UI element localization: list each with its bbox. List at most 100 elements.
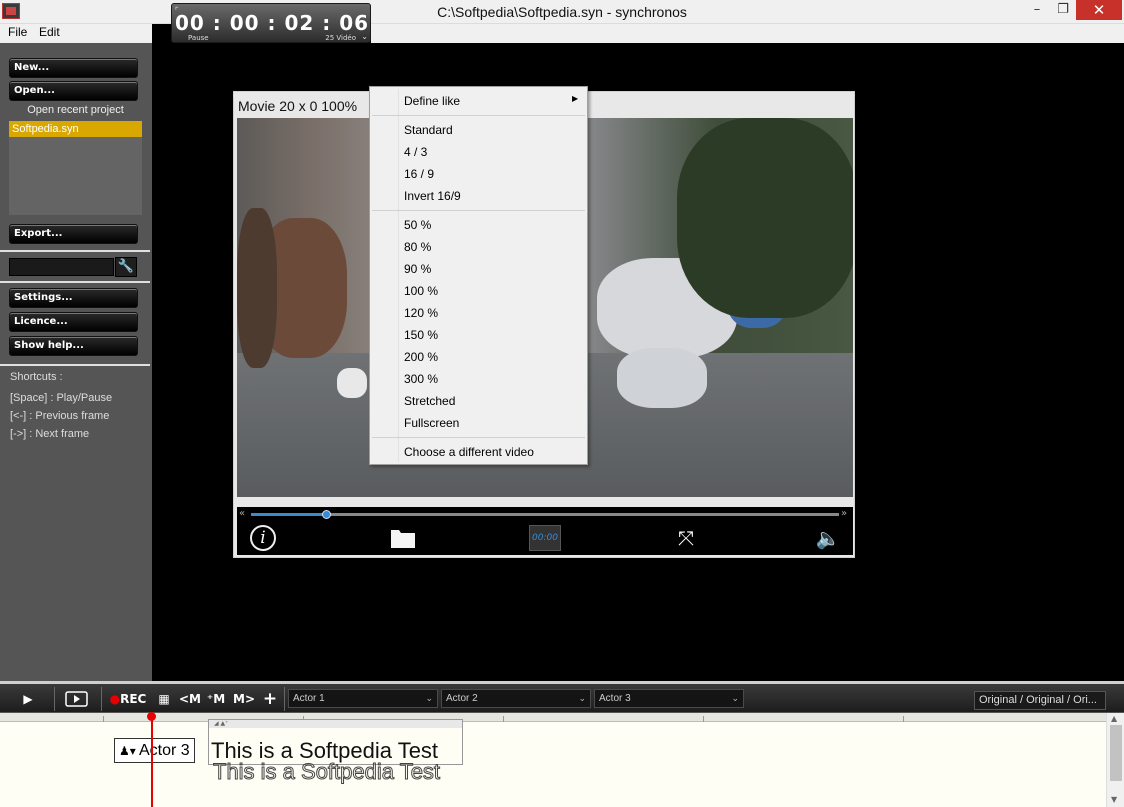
close-button[interactable]: ✕ xyxy=(1076,0,1122,20)
settings-button[interactable]: Settings... xyxy=(9,288,138,308)
menu-file[interactable]: File xyxy=(8,25,27,39)
shortcut-item: [Space] : Play/Pause xyxy=(10,392,113,404)
menu-item-choose-video[interactable]: Choose a different video xyxy=(404,445,534,459)
menu-item-50[interactable]: 50 % xyxy=(404,218,431,232)
seek-bar[interactable] xyxy=(251,510,839,519)
actor-2-label: Actor 2 xyxy=(446,693,478,704)
scroll-down-icon[interactable]: ▼ xyxy=(1111,795,1117,804)
video-blob xyxy=(337,368,367,398)
shortcut-item: [->] : Next frame xyxy=(10,428,90,440)
original-select[interactable]: Original / Original / Ori... xyxy=(974,691,1106,710)
menu-item-invert-16-9[interactable]: Invert 16/9 xyxy=(404,189,461,203)
menu-separator xyxy=(372,210,585,211)
chevron-down-icon: ⌄ xyxy=(425,693,433,703)
toolbar-separator xyxy=(54,687,55,711)
shortcuts-title: Shortcuts : xyxy=(10,371,63,383)
menu-item-4-3[interactable]: 4 / 3 xyxy=(404,145,427,159)
timecode-value: 00 : 00 : 02 : 06 xyxy=(174,11,370,35)
licence-button[interactable]: Licence... xyxy=(9,312,138,332)
menu-edit[interactable]: Edit xyxy=(39,25,60,39)
shortcut-item: [<-] : Previous frame xyxy=(10,410,110,422)
timeline-scrollbar[interactable]: ▲ ▼ xyxy=(1106,713,1124,807)
chevron-down-icon[interactable]: ⌄ xyxy=(361,32,368,41)
actor-1-label: Actor 1 xyxy=(293,693,325,704)
person-dropdown-icon[interactable]: ♟▾ xyxy=(119,740,136,763)
record-button[interactable]: ●REC xyxy=(107,688,149,710)
timeline[interactable] xyxy=(0,722,1106,807)
seek-end-icon[interactable]: » xyxy=(841,508,847,519)
menu-item-define-like[interactable]: Define like xyxy=(404,94,460,108)
open-button[interactable]: Open... xyxy=(9,81,138,101)
playhead[interactable] xyxy=(151,716,153,807)
play-frame-icon[interactable] xyxy=(64,688,89,710)
actor-3-select[interactable]: Actor 3 ⌄ xyxy=(594,689,744,708)
menu-separator xyxy=(372,437,585,438)
seek-handle[interactable] xyxy=(322,510,332,519)
chevron-right-icon: ▶ xyxy=(572,94,579,103)
menu-gutter xyxy=(398,89,399,462)
show-help-button[interactable]: Show help... xyxy=(9,336,138,356)
dialogue-line-preview: This is a Softpedia Test xyxy=(212,759,441,785)
record-dot-icon: ● xyxy=(109,692,121,706)
window-title: C:\Softpedia\Softpedia.syn - synchronos xyxy=(437,4,687,20)
seek-start-icon[interactable]: « xyxy=(239,508,245,519)
menu-item-16-9[interactable]: 16 / 9 xyxy=(404,167,434,181)
open-recent-title: Open recent project xyxy=(27,104,124,116)
tool-field[interactable] xyxy=(9,258,114,276)
menu-item-200[interactable]: 200 % xyxy=(404,350,438,364)
add-marker-icon[interactable]: ⁺M xyxy=(205,688,227,710)
divider xyxy=(0,250,150,252)
title-bar: C:\Softpedia\Softpedia.syn - synchronos … xyxy=(0,0,1124,24)
menu-item-150[interactable]: 150 % xyxy=(404,328,438,342)
sidebar: New... Open... Open recent project Softp… xyxy=(0,43,152,681)
timecode-display[interactable]: ⌜ 00 : 00 : 02 : 06 Pause 25 Vidéo ⌄ xyxy=(171,3,371,43)
video-controls: « » i 00:00 ⤧ 🔈 xyxy=(237,507,853,555)
info-icon[interactable]: i xyxy=(250,525,276,551)
app-icon xyxy=(2,3,20,19)
context-menu: Define like ▶ Standard 4 / 3 16 / 9 Inve… xyxy=(369,86,588,465)
actor-1-select[interactable]: Actor 1 ⌄ xyxy=(288,689,438,708)
menu-item-90[interactable]: 90 % xyxy=(404,262,431,276)
scroll-up-icon[interactable]: ▲ xyxy=(1111,714,1117,723)
video-blob xyxy=(237,208,277,368)
menu-item-300[interactable]: 300 % xyxy=(404,372,438,386)
menu-item-standard[interactable]: Standard xyxy=(404,123,453,137)
export-button[interactable]: Export... xyxy=(9,224,138,244)
scroll-thumb[interactable] xyxy=(1110,725,1122,781)
divider xyxy=(0,281,150,283)
list-item[interactable]: Softpedia.syn xyxy=(9,121,142,137)
table-icon[interactable]: ▦ xyxy=(155,688,173,710)
menu-item-fullscreen[interactable]: Fullscreen xyxy=(404,416,459,430)
line-box-header[interactable]: ◢ ▲⁺ xyxy=(209,720,462,728)
menu-separator xyxy=(372,115,585,116)
next-marker-icon[interactable]: M> xyxy=(231,688,257,710)
menu-item-100[interactable]: 100 % xyxy=(404,284,438,298)
record-label: REC xyxy=(120,692,147,706)
maximize-button[interactable]: ❐ xyxy=(1048,0,1078,20)
menu-item-120[interactable]: 120 % xyxy=(404,306,438,320)
folder-icon[interactable] xyxy=(390,525,416,553)
seek-progress xyxy=(251,513,328,516)
chevron-down-icon: ⌄ xyxy=(731,693,739,703)
playback-state: Pause xyxy=(188,34,209,42)
play-icon[interactable]: ▶ xyxy=(18,688,38,710)
actor-tag-label: Actor 3 xyxy=(139,742,190,759)
menu-item-stretched[interactable]: Stretched xyxy=(404,394,455,408)
actor-2-select[interactable]: Actor 2 ⌄ xyxy=(441,689,591,708)
recent-projects-list[interactable]: Softpedia.syn xyxy=(9,121,142,215)
add-icon[interactable]: + xyxy=(261,688,279,710)
wrench-icon[interactable]: 🔧 xyxy=(115,257,137,277)
menu-bar: File Edit xyxy=(0,24,152,43)
previous-marker-icon[interactable]: <M xyxy=(178,688,202,710)
chevron-down-icon: ⌄ xyxy=(578,693,586,703)
timecode-counter-icon[interactable]: 00:00 xyxy=(529,525,561,551)
divider xyxy=(0,364,150,366)
volume-icon[interactable]: 🔈 xyxy=(815,525,841,553)
fullscreen-icon[interactable]: ⤧ xyxy=(673,525,699,553)
new-button[interactable]: New... xyxy=(9,58,138,78)
movie-info-label: Movie 20 x 0 100% xyxy=(238,98,358,114)
video-blob xyxy=(677,118,853,318)
menu-item-80[interactable]: 80 % xyxy=(404,240,431,254)
actor-tag[interactable]: ♟▾ Actor 3 xyxy=(114,738,195,763)
timeline-ruler[interactable] xyxy=(0,713,1106,722)
